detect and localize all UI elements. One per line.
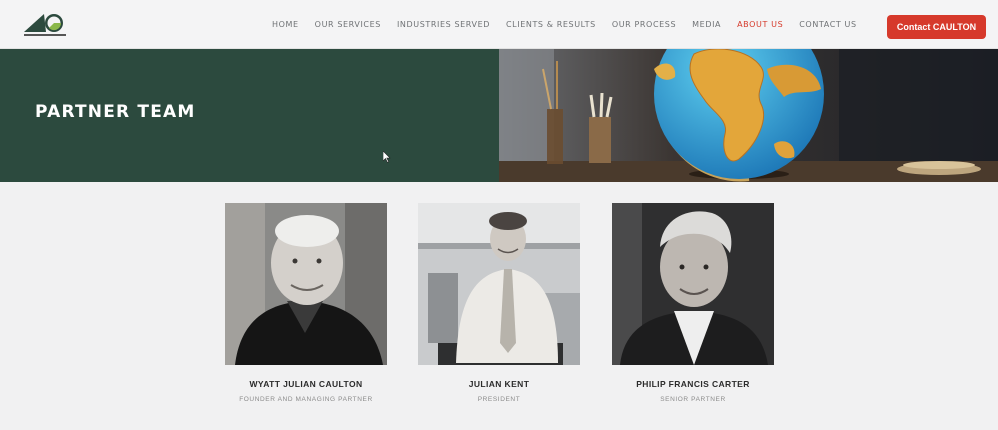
- member-role: SENIOR PARTNER: [660, 396, 726, 403]
- nav-clients-results[interactable]: CLIENTS & RESULTS: [506, 20, 596, 29]
- member-photo: [225, 203, 387, 365]
- member-name: PHILIP FRANCIS CARTER: [636, 379, 750, 389]
- member-name: JULIAN KENT: [468, 379, 530, 389]
- caulton-logo-icon[interactable]: [22, 10, 68, 40]
- member-role: FOUNDER AND MANAGING PARTNER: [239, 396, 373, 403]
- nav-about-us[interactable]: ABOUT US: [737, 20, 783, 29]
- member-photo: [612, 203, 774, 365]
- team-member-card[interactable]: PHILIP FRANCIS CARTER SENIOR PARTNER: [608, 203, 778, 403]
- nav-contact-us[interactable]: CONTACT US: [799, 20, 856, 29]
- globe-desk-photo: [499, 49, 998, 182]
- site-header: HOME OUR SERVICES INDUSTRIES SERVED CLIE…: [0, 0, 998, 49]
- mouse-cursor-icon: [383, 151, 391, 163]
- nav-our-services[interactable]: OUR SERVICES: [315, 20, 381, 29]
- main-nav: HOME OUR SERVICES INDUSTRIES SERVED CLIE…: [272, 20, 873, 29]
- member-photo: [418, 203, 580, 365]
- team-member-card[interactable]: JULIAN KENT PRESIDENT: [414, 203, 584, 403]
- contact-button[interactable]: Contact CAULTON: [887, 15, 986, 39]
- page-title: PARTNER TEAM: [35, 102, 196, 122]
- nav-industries-served[interactable]: INDUSTRIES SERVED: [397, 20, 490, 29]
- nav-home[interactable]: HOME: [272, 20, 299, 29]
- member-role: PRESIDENT: [477, 396, 521, 403]
- team-member-card[interactable]: WYATT JULIAN CAULTON FOUNDER AND MANAGIN…: [221, 203, 391, 403]
- nav-our-process[interactable]: OUR PROCESS: [612, 20, 676, 29]
- nav-media[interactable]: MEDIA: [692, 20, 721, 29]
- member-name: WYATT JULIAN CAULTON: [249, 379, 363, 389]
